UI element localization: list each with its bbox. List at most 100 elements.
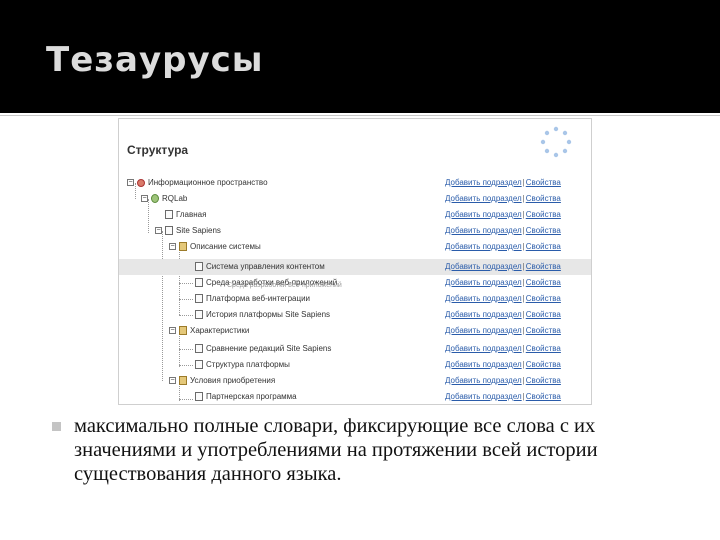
- properties-link[interactable]: Свойства: [526, 242, 561, 251]
- tree-node-label[interactable]: Партнерская программа: [206, 392, 297, 401]
- properties-link[interactable]: Свойства: [526, 262, 561, 271]
- properties-link[interactable]: Свойства: [526, 376, 561, 385]
- tree-node-label[interactable]: Информационное пространство: [148, 178, 268, 187]
- tree-node[interactable]: История платформы Site Sapiens: [195, 310, 330, 319]
- add-subsection-link[interactable]: Добавить подраздел: [445, 242, 522, 251]
- row-actions: Добавить подраздел|Свойства: [445, 278, 561, 287]
- divider: [0, 115, 720, 116]
- tree-row[interactable]: − Site Sapiens Добавить подраздел|Свойства: [119, 223, 591, 239]
- row-actions: Добавить подраздел|Свойства: [445, 376, 561, 385]
- tree-node[interactable]: − Характеристики: [169, 326, 249, 335]
- collapse-toggle-icon[interactable]: −: [169, 243, 176, 250]
- tree-node[interactable]: Платформа веб-интеграции: [195, 294, 310, 303]
- tree-row[interactable]: Платформа веб-интеграции Добавить подразд…: [119, 291, 591, 307]
- properties-link[interactable]: Свойства: [526, 226, 561, 235]
- add-subsection-link[interactable]: Добавить подраздел: [445, 392, 522, 401]
- tree-node-label[interactable]: Платформа веб-интеграции: [206, 294, 310, 303]
- tree-node[interactable]: Партнерская программа: [195, 392, 297, 401]
- tree-node-label[interactable]: История платформы Site Sapiens: [206, 310, 330, 319]
- add-subsection-link[interactable]: Добавить подраздел: [445, 326, 522, 335]
- add-subsection-link[interactable]: Добавить подраздел: [445, 294, 522, 303]
- add-subsection-link[interactable]: Добавить подраздел: [445, 376, 522, 385]
- tree-node-label[interactable]: Условия приобретения: [190, 376, 275, 385]
- add-subsection-link[interactable]: Добавить подраздел: [445, 310, 522, 319]
- page-icon: [195, 262, 203, 271]
- tree-node-label[interactable]: Описание системы: [190, 242, 261, 251]
- tree-row[interactable]: − RQLab Добавить подраздел|Свойства: [119, 191, 591, 207]
- folder-icon: [179, 326, 187, 335]
- tree-row[interactable]: Партнерская программа Добавить подраздел|…: [119, 389, 591, 404]
- properties-link[interactable]: Свойства: [526, 294, 561, 303]
- properties-link[interactable]: Свойства: [526, 360, 561, 369]
- tree-node-label[interactable]: Система управления контентом: [206, 262, 325, 271]
- add-subsection-link[interactable]: Добавить подраздел: [445, 278, 522, 287]
- page-icon: [195, 294, 203, 303]
- tree-node[interactable]: − Описание системы: [169, 242, 261, 251]
- collapse-toggle-icon[interactable]: −: [127, 179, 134, 186]
- tree-row[interactable]: Структура платформы Добавить подраздел|Св…: [119, 357, 591, 373]
- properties-link[interactable]: Свойства: [526, 392, 561, 401]
- add-subsection-link[interactable]: Добавить подраздел: [445, 344, 522, 353]
- bullet-square-icon: [52, 422, 61, 431]
- tree-row[interactable]: Главная Добавить подраздел|Свойства: [119, 207, 591, 223]
- tree-node[interactable]: Структура платформы: [195, 360, 290, 369]
- page-icon: [195, 360, 203, 369]
- add-subsection-link[interactable]: Добавить подраздел: [445, 194, 522, 203]
- globe-icon: [151, 194, 159, 203]
- collapse-toggle-icon[interactable]: −: [155, 227, 162, 234]
- tree-node-label[interactable]: RQLab: [162, 194, 187, 203]
- tree-row[interactable]: Среда разработки веб-приложений Добавить …: [119, 275, 591, 291]
- collapse-toggle-icon[interactable]: −: [169, 327, 176, 334]
- tree-node[interactable]: Главная: [165, 210, 206, 219]
- tree-node-label[interactable]: Site Sapiens: [176, 226, 221, 235]
- tree-row[interactable]: История платформы Site Sapiens Добавить п…: [119, 307, 591, 323]
- tree-node-label[interactable]: Сравнение редакций Site Sapiens: [206, 344, 331, 353]
- add-subsection-link[interactable]: Добавить подраздел: [445, 262, 522, 271]
- collapse-toggle-icon[interactable]: −: [169, 377, 176, 384]
- page-icon: [165, 210, 173, 219]
- add-subsection-link[interactable]: Добавить подраздел: [445, 226, 522, 235]
- row-actions: Добавить подраздел|Свойства: [445, 262, 561, 271]
- properties-link[interactable]: Свойства: [526, 178, 561, 187]
- properties-link[interactable]: Свойства: [526, 326, 561, 335]
- row-actions: Добавить подраздел|Свойства: [445, 326, 561, 335]
- tree-node-label[interactable]: Структура платформы: [206, 360, 290, 369]
- tree-row[interactable]: Система управления контентом Добавить под…: [119, 259, 591, 275]
- title-bar: Тезаурусы: [0, 0, 720, 113]
- folder-icon: [179, 242, 187, 251]
- page-icon: [195, 392, 203, 401]
- add-subsection-link[interactable]: Добавить подраздел: [445, 210, 522, 219]
- structure-heading: Структура: [127, 143, 189, 157]
- network-icon: [137, 178, 145, 187]
- properties-link[interactable]: Свойства: [526, 344, 561, 353]
- tooltip: Среда разработки веб-приложений: [227, 282, 342, 289]
- properties-link[interactable]: Свойства: [526, 310, 561, 319]
- row-actions: Добавить подраздел|Свойства: [445, 226, 561, 235]
- tree-node[interactable]: − Условия приобретения: [169, 376, 275, 385]
- add-subsection-link[interactable]: Добавить подраздел: [445, 360, 522, 369]
- tree-row[interactable]: Сравнение редакций Site Sapiens Добавить …: [119, 341, 591, 357]
- properties-link[interactable]: Свойства: [526, 194, 561, 203]
- tree-row[interactable]: − Условия приобретения Добавить подраздел|…: [119, 373, 591, 389]
- tree-node[interactable]: − RQLab: [141, 194, 187, 203]
- row-actions: Добавить подраздел|Свойства: [445, 194, 561, 203]
- add-subsection-link[interactable]: Добавить подраздел: [445, 178, 522, 187]
- row-actions: Добавить подраздел|Свойства: [445, 294, 561, 303]
- tree-row[interactable]: − Информационное пространство Добавить под…: [119, 175, 591, 191]
- properties-link[interactable]: Свойства: [526, 210, 561, 219]
- tree-node[interactable]: − Информационное пространство: [127, 178, 268, 187]
- loading-spinner-icon: [540, 126, 572, 158]
- tree-node[interactable]: Система управления контентом: [195, 262, 325, 271]
- tree-node-label[interactable]: Характеристики: [190, 326, 249, 335]
- collapse-toggle-icon[interactable]: −: [141, 195, 148, 202]
- tree-node[interactable]: Сравнение редакций Site Sapiens: [195, 344, 331, 353]
- tree-node[interactable]: − Site Sapiens: [155, 226, 221, 235]
- tree-row[interactable]: − Описание системы Добавить подраздел|Свой…: [119, 239, 591, 255]
- row-actions: Добавить подраздел|Свойства: [445, 242, 561, 251]
- properties-link[interactable]: Свойства: [526, 278, 561, 287]
- page-icon: [165, 226, 173, 235]
- embedded-screenshot: Структура − Информационное пространство До…: [118, 118, 592, 405]
- page-icon: [195, 344, 203, 353]
- tree-row[interactable]: − Характеристики Добавить подраздел|Свойст…: [119, 323, 591, 339]
- tree-node-label[interactable]: Главная: [176, 210, 206, 219]
